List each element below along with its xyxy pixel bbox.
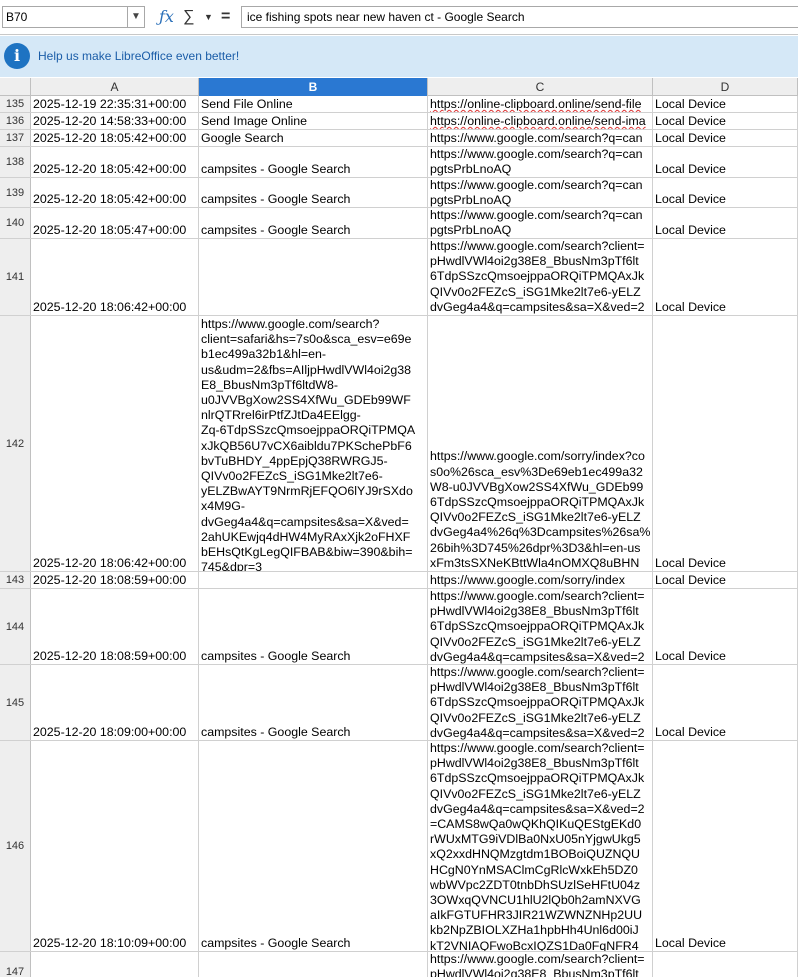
cell-d[interactable] [653, 952, 798, 977]
formula-input[interactable]: ice fishing spots near new haven ct - Go… [241, 6, 798, 28]
cell-c[interactable]: https://www.google.com/search?client= pH… [428, 239, 653, 315]
cell-a[interactable] [31, 952, 199, 977]
formula-input-value[interactable]: ice fishing spots near new haven ct - Go… [247, 10, 525, 24]
row-header[interactable]: 136 [0, 113, 31, 129]
cell-b[interactable]: campsites - Google Search [199, 178, 428, 207]
row-header[interactable]: 138 [0, 147, 31, 177]
formula-bar: B70 ▼ ƒx ∑ ▼ = ice fishing spots near ne… [0, 0, 798, 35]
cell-c[interactable]: https://www.google.com/search?q=can pgts… [428, 178, 653, 207]
cell-c[interactable]: https://www.google.com/search?q=can pgts… [428, 147, 653, 177]
name-box-value[interactable]: B70 [6, 10, 27, 24]
sum-dropdown-icon[interactable]: ▼ [204, 6, 213, 28]
cell-d[interactable]: Local Device [653, 178, 798, 207]
cell-d[interactable]: Local Device [653, 572, 798, 588]
row-header[interactable]: 145 [0, 665, 31, 740]
select-all-corner[interactable] [0, 78, 31, 96]
cell-d[interactable]: Local Device [653, 113, 798, 129]
cell-d[interactable]: Local Device [653, 208, 798, 238]
function-wizard-icon[interactable]: ƒx [159, 6, 174, 28]
cell-b[interactable]: campsites - Google Search [199, 741, 428, 951]
cell-b[interactable] [199, 572, 428, 588]
row-header[interactable]: 142 [0, 316, 31, 571]
cell-d[interactable]: Local Device [653, 239, 798, 315]
row-header[interactable]: 146 [0, 741, 31, 951]
cell-d[interactable]: Local Device [653, 96, 798, 112]
column-header-c[interactable]: C [428, 78, 653, 96]
cell-a[interactable]: 2025-12-20 14:58:33+00:00 [31, 113, 199, 129]
cell-a[interactable]: 2025-12-20 18:06:42+00:00 [31, 316, 199, 571]
table-row: 138 2025-12-20 18:05:42+00:00 campsites … [0, 147, 798, 178]
cell-c[interactable]: https://www.google.com/search?q=can pgts… [428, 208, 653, 238]
table-row: 145 2025-12-20 18:09:00+00:00 campsites … [0, 665, 798, 741]
row-header[interactable]: 137 [0, 130, 31, 146]
cell-a[interactable]: 2025-12-20 18:05:42+00:00 [31, 178, 199, 207]
cell-c[interactable]: https://www.google.com/search?client= pH… [428, 589, 653, 664]
cell-b[interactable]: campsites - Google Search [199, 208, 428, 238]
cell-b[interactable]: campsites - Google Search [199, 589, 428, 664]
table-row: 144 2025-12-20 18:08:59+00:00 campsites … [0, 589, 798, 665]
table-row: 147 https://www.google.com/search?client… [0, 952, 798, 977]
cell-b[interactable]: Google Search [199, 130, 428, 146]
table-row: 139 2025-12-20 18:05:42+00:00 campsites … [0, 178, 798, 208]
row-header[interactable]: 135 [0, 96, 31, 112]
cell-a[interactable]: 2025-12-20 18:08:59+00:00 [31, 572, 199, 588]
cell-c[interactable]: https://www.google.com/sorry/index?co s0… [428, 316, 653, 571]
cell-b[interactable]: Send File Online [199, 96, 428, 112]
cell-d[interactable]: Local Device [653, 665, 798, 740]
cell-b[interactable]: https://www.google.com/search? client=sa… [199, 316, 428, 571]
info-icon: i [4, 43, 30, 69]
cell-b[interactable]: campsites - Google Search [199, 665, 428, 740]
table-row: 143 2025-12-20 18:08:59+00:00 https://ww… [0, 572, 798, 589]
table-row: 136 2025-12-20 14:58:33+00:00 Send Image… [0, 113, 798, 130]
cell-a[interactable]: 2025-12-20 18:10:09+00:00 [31, 741, 199, 951]
row-header[interactable]: 143 [0, 572, 31, 588]
chevron-down-icon[interactable]: ▼ [127, 7, 144, 27]
column-header-d[interactable]: D [653, 78, 798, 96]
formula-icon[interactable]: = [221, 6, 230, 28]
spreadsheet-grid[interactable]: 135 2025-12-19 22:35:31+00:00 Send File … [0, 96, 798, 977]
table-row: 135 2025-12-19 22:35:31+00:00 Send File … [0, 96, 798, 113]
cell-d[interactable]: Local Device [653, 589, 798, 664]
cell-a[interactable]: 2025-12-20 18:06:42+00:00 [31, 239, 199, 315]
cell-c[interactable]: https://online-clipboard.online/send-fil… [428, 96, 653, 112]
cell-c[interactable]: https://www.google.com/search?client= pH… [428, 741, 653, 951]
cell-d[interactable]: Local Device [653, 130, 798, 146]
table-row: 137 2025-12-20 18:05:42+00:00 Google Sea… [0, 130, 798, 147]
row-header[interactable]: 140 [0, 208, 31, 238]
cell-a[interactable]: 2025-12-20 18:05:42+00:00 [31, 130, 199, 146]
cell-a[interactable]: 2025-12-20 18:09:00+00:00 [31, 665, 199, 740]
row-header[interactable]: 147 [0, 952, 31, 977]
cell-b[interactable]: campsites - Google Search [199, 147, 428, 177]
infobar-link[interactable]: Help us make LibreOffice even better! [38, 49, 239, 63]
column-header-a[interactable]: A [31, 78, 199, 96]
cell-b[interactable] [199, 952, 428, 977]
cell-b[interactable] [199, 239, 428, 315]
cell-c[interactable]: https://www.google.com/search?client= pH… [428, 952, 653, 977]
cell-b[interactable]: Send Image Online [199, 113, 428, 129]
column-header-b[interactable]: B [199, 78, 428, 96]
cell-d[interactable]: Local Device [653, 147, 798, 177]
cell-a[interactable]: 2025-12-19 22:35:31+00:00 [31, 96, 199, 112]
cell-a[interactable]: 2025-12-20 18:05:42+00:00 [31, 147, 199, 177]
row-header[interactable]: 141 [0, 239, 31, 315]
cell-a[interactable]: 2025-12-20 18:08:59+00:00 [31, 589, 199, 664]
cell-a[interactable]: 2025-12-20 18:05:47+00:00 [31, 208, 199, 238]
cell-c[interactable]: https://www.google.com/search?q=can [428, 130, 653, 146]
name-box[interactable]: B70 ▼ [2, 6, 145, 28]
table-row: 140 2025-12-20 18:05:47+00:00 campsites … [0, 208, 798, 239]
cell-c[interactable]: https://www.google.com/search?client= pH… [428, 665, 653, 740]
row-header[interactable]: 139 [0, 178, 31, 207]
row-header[interactable]: 144 [0, 589, 31, 664]
table-row: 146 2025-12-20 18:10:09+00:00 campsites … [0, 741, 798, 952]
sum-icon[interactable]: ∑ [183, 6, 194, 28]
cell-d[interactable]: Local Device [653, 741, 798, 951]
cell-c[interactable]: https://online-clipboard.online/send-ima [428, 113, 653, 129]
table-row: 141 2025-12-20 18:06:42+00:00 https://ww… [0, 239, 798, 316]
table-row: 142 2025-12-20 18:06:42+00:00 https://ww… [0, 316, 798, 572]
cell-c[interactable]: https://www.google.com/sorry/index [428, 572, 653, 588]
cell-d[interactable]: Local Device [653, 316, 798, 571]
column-headers: A B C D [0, 78, 798, 96]
infobar: i Help us make LibreOffice even better! [0, 36, 798, 77]
